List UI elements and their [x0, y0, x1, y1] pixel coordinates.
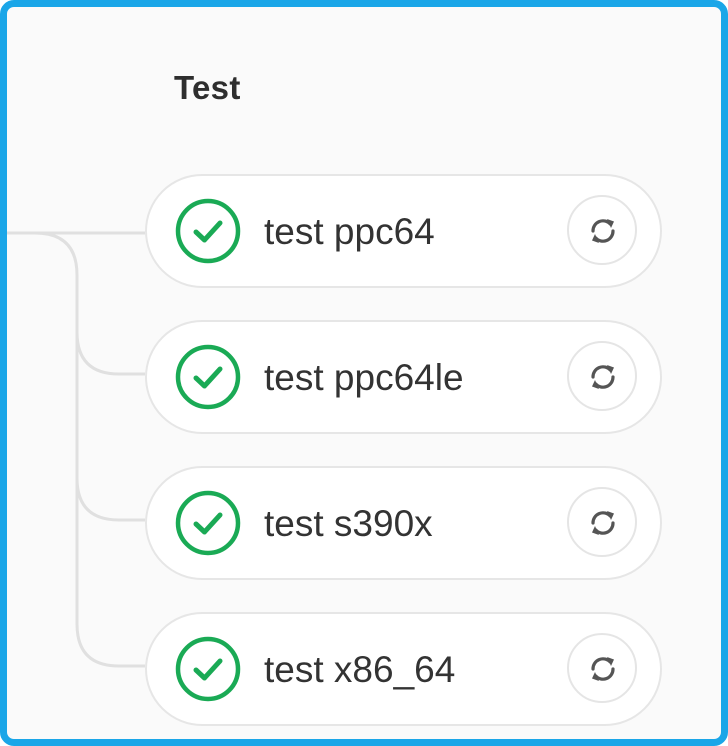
retry-icon: [591, 219, 615, 243]
retry-button[interactable]: [567, 195, 637, 265]
check-circle-icon: [175, 636, 241, 702]
check-circle-icon: [175, 490, 241, 556]
job-test-ppc64[interactable]: test ppc64: [145, 174, 662, 288]
job-name[interactable]: test ppc64: [264, 212, 435, 252]
connector-line-3: [75, 332, 145, 522]
retry-icon: [591, 365, 615, 389]
job-test-s390x[interactable]: test s390x: [145, 466, 662, 580]
check-circle-icon: [175, 344, 241, 410]
retry-button[interactable]: [567, 487, 637, 557]
stage-title: Test: [174, 69, 241, 106]
retry-button[interactable]: [567, 341, 637, 411]
connector-line-2: [7, 231, 145, 376]
pipeline-stage-panel: Test test ppc64 test ppc64le test s390x …: [0, 0, 728, 746]
retry-button[interactable]: [567, 633, 637, 703]
job-test-ppc64le[interactable]: test ppc64le: [145, 320, 662, 434]
job-test-x86-64[interactable]: test x86_64: [145, 612, 662, 726]
job-name[interactable]: test x86_64: [264, 650, 455, 690]
retry-icon: [591, 511, 615, 535]
job-name[interactable]: test ppc64le: [264, 358, 464, 398]
retry-icon: [591, 657, 615, 681]
check-circle-icon: [175, 198, 241, 264]
job-name[interactable]: test s390x: [264, 504, 433, 544]
connector-line-4: [75, 478, 145, 668]
